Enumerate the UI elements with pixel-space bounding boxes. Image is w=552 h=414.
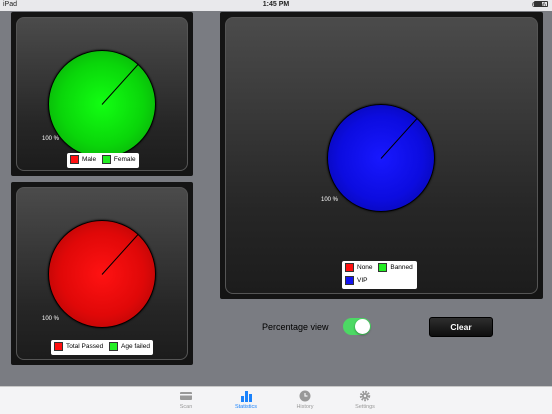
tab-scan[interactable]: Scan [166, 390, 206, 410]
age-failed-swatch [109, 342, 119, 351]
legend-item-none: None [345, 263, 373, 272]
female-swatch [101, 155, 111, 164]
legend-item-age-failed: Age failed [109, 342, 150, 351]
none-swatch [345, 263, 354, 272]
battery-icon [534, 1, 548, 7]
tab-statistics-label: Statistics [234, 404, 257, 410]
status-percent-label: 100 % [321, 197, 339, 203]
legend-item-banned: Banned [378, 263, 413, 272]
status-chart-panel: 100 % None Banned VIP [220, 12, 543, 299]
tab-history[interactable]: History [285, 390, 325, 410]
card-icon [180, 392, 192, 400]
legend-item-vip: VIP [345, 276, 367, 285]
percentage-view-row: Percentage view [262, 318, 371, 335]
age-chart-panel: 100 % Total Passed Age failed [11, 182, 193, 365]
banned-swatch [378, 263, 388, 272]
status-pie [327, 104, 435, 212]
tab-bar: Scan Statistics History Settings [0, 386, 552, 414]
age-legend: Total Passed Age failed [51, 340, 153, 355]
percentage-view-toggle[interactable] [342, 318, 371, 335]
bar-chart-icon [241, 391, 252, 402]
status-time: 1:45 PM [262, 1, 290, 8]
clear-button[interactable]: Clear [429, 317, 493, 337]
gender-percent-label: 100 % [42, 136, 60, 142]
age-pie [48, 220, 156, 328]
tab-settings[interactable]: Settings [345, 390, 385, 410]
gear-icon [359, 390, 371, 402]
clock-icon [299, 390, 311, 402]
age-percent-label: 100 % [42, 316, 60, 322]
legend-item-male: Male [70, 155, 96, 164]
toggle-knob [354, 319, 370, 334]
tab-settings-label: Settings [355, 404, 375, 410]
status-bar: iPad 1:45 PM 62% [0, 0, 552, 11]
legend-item-female: Female [101, 155, 136, 164]
gender-legend: Male Female [67, 153, 139, 168]
tab-history-label: History [296, 404, 314, 410]
status-legend: None Banned VIP [342, 261, 417, 289]
gender-chart-panel: 100 % Male Female [11, 12, 193, 176]
battery-indicator: 62% [532, 1, 548, 9]
vip-swatch [345, 276, 354, 285]
tab-scan-label: Scan [179, 404, 193, 410]
legend-item-total-passed: Total Passed [54, 342, 103, 351]
gender-pie [48, 50, 156, 158]
total-passed-swatch [54, 342, 63, 351]
tab-statistics[interactable]: Statistics [226, 390, 266, 410]
percentage-view-label: Percentage view [262, 321, 329, 332]
male-swatch [70, 155, 79, 164]
